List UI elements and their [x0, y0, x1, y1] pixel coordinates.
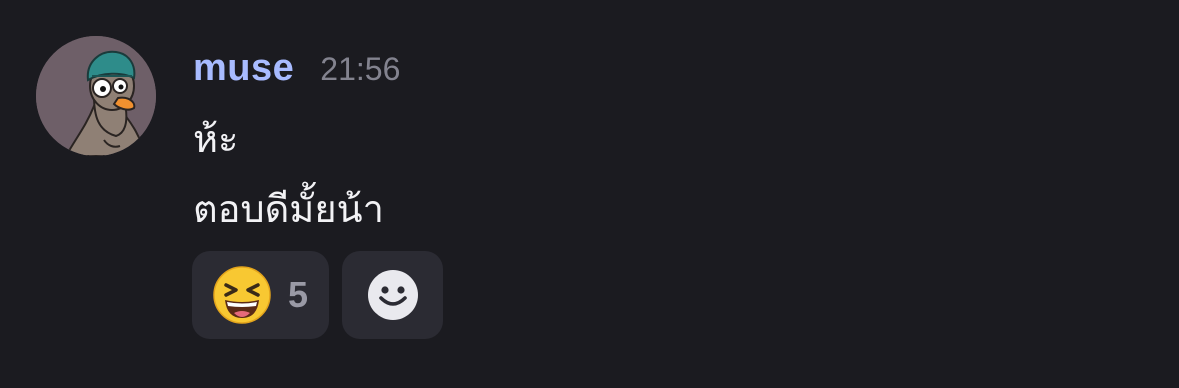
reactions-bar: 5 [192, 251, 443, 339]
message-text-line-1: ห้ะ [193, 117, 239, 161]
add-reaction-button[interactable] [342, 251, 443, 339]
message-header: muse 21:56 [193, 47, 400, 93]
laughing-emoji-icon [213, 266, 271, 324]
user-avatar[interactable] [36, 36, 156, 156]
smiley-add-reaction-icon [367, 270, 418, 320]
message-text-line-2: ตอบดีมั้ยน้า [193, 187, 384, 231]
reaction-laughing[interactable]: 5 [192, 251, 329, 339]
reaction-count: 5 [288, 274, 309, 315]
username[interactable]: muse [193, 47, 294, 90]
chat-message: muse 21:56 ห้ะ ตอบดีมั้ยน้า 5 [0, 0, 1179, 388]
duck-avatar-icon [36, 36, 156, 156]
timestamp: 21:56 [320, 51, 401, 87]
